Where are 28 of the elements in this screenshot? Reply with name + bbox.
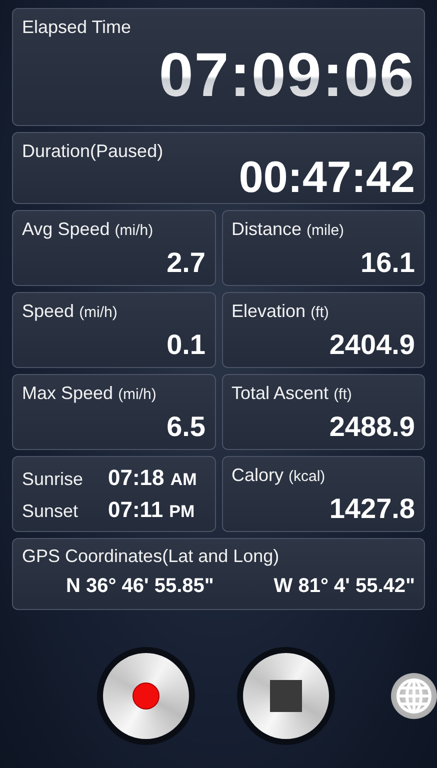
stat-label: Max Speed (mi/h) [22,383,156,404]
stop-icon [270,680,302,712]
sun-time-label: Sunrise [22,469,84,490]
stat-label: Calory (kcal) [232,465,326,486]
sun-time-value: 07:18 AM [108,465,197,491]
stat-label: Elevation (ft) [232,301,329,322]
elapsed-time-label: Elapsed Time [22,17,132,38]
stat-value: 16.1 [360,249,415,277]
stat-value: 6.5 [166,413,206,441]
stat-value: 2404.9 [329,331,415,359]
stat-value: 1427.8 [329,495,415,523]
sun-time-value: 07:11 PM [108,497,195,523]
latitude-value: N 36° 46' 55.85" [66,575,214,598]
stat-value: 0.1 [166,331,206,359]
stat-value: 2.7 [166,249,206,277]
gps-label: GPS Coordinates(Lat and Long) [22,546,280,567]
sun-time-label: Sunset [22,501,80,522]
record-icon [132,682,160,710]
stat-value: 2488.9 [329,413,415,441]
globe-button[interactable] [391,673,437,719]
stat-label: Total Ascent (ft) [232,383,352,404]
duration-value: 00:47:42 [238,156,415,200]
longitude-value: W 81° 4' 55.42" [274,575,415,598]
stat-label: Distance (mile) [232,219,344,240]
globe-icon [394,676,434,716]
duration-label: Duration(Paused) [22,141,164,162]
stat-label: Speed (mi/h) [22,301,118,322]
stat-label: Avg Speed (mi/h) [22,219,154,240]
